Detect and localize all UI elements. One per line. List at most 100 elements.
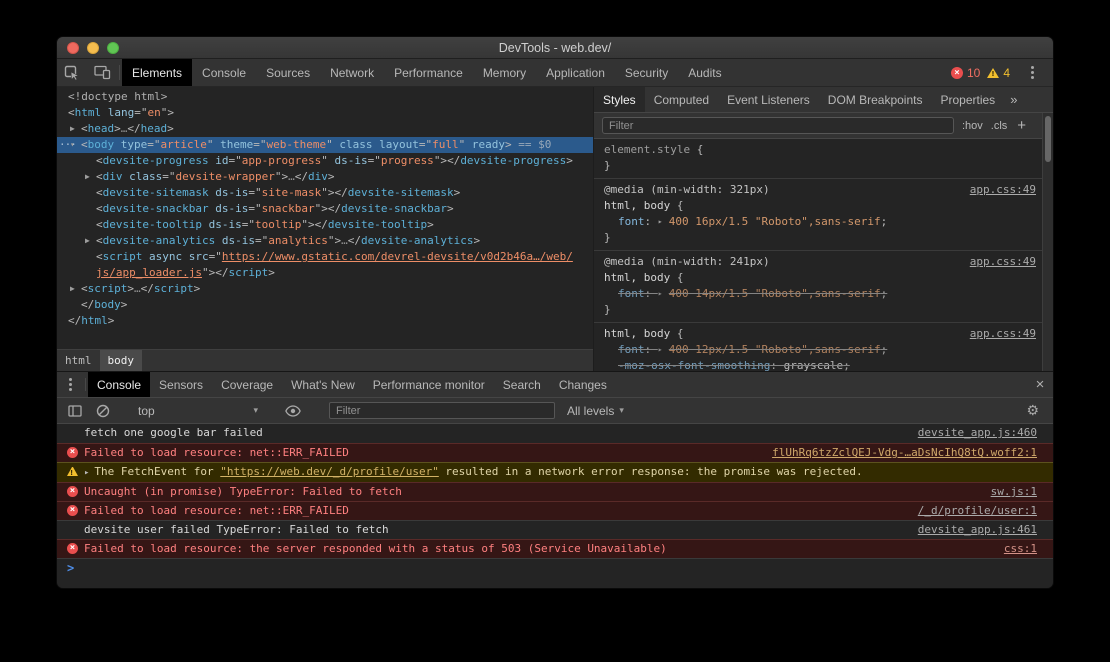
- css-source-link[interactable]: app.css:49: [970, 255, 1036, 268]
- scrollbar-thumb[interactable]: [1045, 116, 1051, 162]
- style-rule: app.css:49@media (min-width: 241px)html,…: [594, 251, 1042, 323]
- tab-properties[interactable]: Properties: [931, 87, 1004, 112]
- console-prompt[interactable]: >: [57, 558, 1053, 577]
- style-line[interactable]: element.style {: [594, 142, 1042, 158]
- css-source-link[interactable]: app.css:49: [970, 327, 1036, 340]
- source-location-link[interactable]: devsite_app.js:460: [918, 424, 1037, 442]
- source-location-link[interactable]: devsite_app.js:461: [918, 521, 1037, 539]
- tab-performance[interactable]: Performance: [384, 59, 473, 86]
- close-window-button[interactable]: [67, 42, 79, 54]
- style-line[interactable]: font: ▸400 16px/1.5 "Roboto",sans-serif;: [594, 214, 1042, 230]
- style-line[interactable]: }: [594, 302, 1042, 318]
- code-token: snackbar: [262, 202, 315, 215]
- dom-tree-node[interactable]: <devsite-snackbar ds-is="snackbar"></dev…: [57, 201, 593, 217]
- dom-tree-node[interactable]: js/app_loader.js"></script>: [57, 265, 593, 281]
- clear-console-button[interactable]: [93, 401, 113, 421]
- zoom-window-button[interactable]: [107, 42, 119, 54]
- style-line[interactable]: font: ▸400 12px/1.5 "Roboto",sans-serif;: [594, 342, 1042, 358]
- console-settings-button[interactable]: ⚙: [1020, 401, 1045, 420]
- console-message-error: ×Uncaught (in promise) TypeError: Failed…: [57, 482, 1053, 501]
- tab-security[interactable]: Security: [615, 59, 678, 86]
- code-token: ": [459, 138, 472, 151]
- style-line[interactable]: html, body {: [594, 198, 1042, 214]
- warning-count-badge[interactable]: 4: [987, 66, 1010, 80]
- source-location-link[interactable]: /_d/profile/user:1: [918, 502, 1037, 520]
- dom-tree-node[interactable]: <!doctype html>: [57, 89, 593, 105]
- tab-network[interactable]: Network: [320, 59, 384, 86]
- console-filter-input[interactable]: [329, 402, 555, 419]
- style-line[interactable]: }: [594, 158, 1042, 174]
- tab-dom-breakpoints[interactable]: DOM Breakpoints: [819, 87, 932, 112]
- tab-changes[interactable]: Changes: [550, 372, 616, 397]
- tab-audits[interactable]: Audits: [678, 59, 731, 86]
- live-expression-button[interactable]: [283, 401, 303, 421]
- tab-search[interactable]: Search: [494, 372, 550, 397]
- source-location-link[interactable]: flUhRq6tzZclQEJ-Vdg-…aDsNcIhQ8tQ.woff2:1: [772, 444, 1037, 462]
- javascript-context-select[interactable]: top ▾: [134, 404, 262, 418]
- tab-console[interactable]: Console: [192, 59, 256, 86]
- tab-event-listeners[interactable]: Event Listeners: [718, 87, 819, 112]
- dom-tree-node[interactable]: <devsite-tooltip ds-is="tooltip"></devsi…: [57, 217, 593, 233]
- dom-tree-node[interactable]: <html lang="en">: [57, 105, 593, 121]
- code-token: ▶: [70, 281, 81, 297]
- tab-drawer-console[interactable]: Console: [88, 372, 150, 397]
- tab-coverage[interactable]: Coverage: [212, 372, 282, 397]
- tab-styles[interactable]: Styles: [594, 87, 645, 112]
- more-tools-button[interactable]: [57, 372, 83, 397]
- styles-scrollbar[interactable]: [1042, 113, 1053, 371]
- element-classes-button[interactable]: .cls: [991, 120, 1008, 132]
- style-line[interactable]: }: [594, 230, 1042, 246]
- tab-sources[interactable]: Sources: [256, 59, 320, 86]
- window-controls: [67, 42, 119, 54]
- source-location-link[interactable]: sw.js:1: [991, 483, 1037, 501]
- expand-message-icon[interactable]: ▸: [84, 464, 89, 482]
- minimize-window-button[interactable]: [87, 42, 99, 54]
- source-location-link[interactable]: css:1: [1004, 540, 1037, 558]
- dom-tree-node[interactable]: </body>: [57, 297, 593, 313]
- resource-link[interactable]: js/app_loader.js: [96, 266, 202, 279]
- dom-tree-node[interactable]: ▶<devsite-analytics ds-is="analytics">…<…: [57, 233, 593, 249]
- dom-tree-node[interactable]: </html>: [57, 313, 593, 329]
- toggle-device-toolbar-button[interactable]: [87, 59, 117, 86]
- code-token: </: [215, 266, 228, 279]
- style-line[interactable]: -moz-osx-font-smoothing: grayscale;: [594, 358, 1042, 371]
- error-count-badge[interactable]: × 10: [951, 66, 980, 80]
- breadcrumb-body[interactable]: body: [100, 350, 143, 371]
- dom-tree-node[interactable]: ▶<head>…</head>: [57, 121, 593, 137]
- node-options-icon[interactable]: ···: [59, 137, 76, 153]
- dom-tree-node[interactable]: <devsite-sitemask ds-is="site-mask"></de…: [57, 185, 593, 201]
- tab-computed[interactable]: Computed: [645, 87, 718, 112]
- dom-tree-node[interactable]: ▶<div class="devsite-wrapper">…</div>: [57, 169, 593, 185]
- style-line[interactable]: font: ▸400 14px/1.5 "Roboto",sans-serif;: [594, 286, 1042, 302]
- styles-filter-input[interactable]: [602, 117, 954, 134]
- tab-performance-monitor[interactable]: Performance monitor: [364, 372, 494, 397]
- toggle-element-state-button[interactable]: :hov: [962, 120, 983, 132]
- message-text-part: resulted in a network error response: th…: [439, 465, 863, 478]
- resource-link[interactable]: https://www.gstatic.com/devrel-devsite/v…: [222, 250, 573, 263]
- tab-whats-new[interactable]: What's New: [282, 372, 364, 397]
- dom-tree-node[interactable]: <script async src="https://www.gstatic.c…: [57, 249, 593, 265]
- message-url-link[interactable]: "https://web.dev/_d/profile/user": [220, 465, 439, 478]
- new-style-rule-button[interactable]: +: [1017, 117, 1026, 134]
- customize-devtools-button[interactable]: [1017, 71, 1047, 74]
- tab-sensors[interactable]: Sensors: [150, 372, 212, 397]
- code-token: app-progress: [242, 154, 321, 167]
- code-token: ">: [434, 154, 447, 167]
- css-source-link[interactable]: app.css:49: [970, 183, 1036, 196]
- log-level-select[interactable]: All levels ▾: [567, 404, 624, 418]
- console-sidebar-button[interactable]: [65, 401, 85, 421]
- dom-tree-node[interactable]: <devsite-progress id="app-progress" ds-i…: [57, 153, 593, 169]
- code-token: [142, 250, 149, 263]
- code-token: </: [447, 154, 460, 167]
- breadcrumb-html[interactable]: html: [57, 350, 100, 371]
- close-drawer-button[interactable]: ×: [1027, 372, 1053, 397]
- code-token: ;: [843, 359, 850, 371]
- tab-application[interactable]: Application: [536, 59, 615, 86]
- inspect-element-button[interactable]: [57, 59, 87, 86]
- dom-tree-node-selected[interactable]: ···▾<body type="article" theme="web-them…: [57, 137, 593, 153]
- dom-tree-node[interactable]: ▶<script>…</script>: [57, 281, 593, 297]
- tab-memory[interactable]: Memory: [473, 59, 536, 86]
- more-tabs-button[interactable]: »: [1004, 87, 1023, 112]
- tab-elements[interactable]: Elements: [122, 59, 192, 86]
- style-line[interactable]: html, body {: [594, 270, 1042, 286]
